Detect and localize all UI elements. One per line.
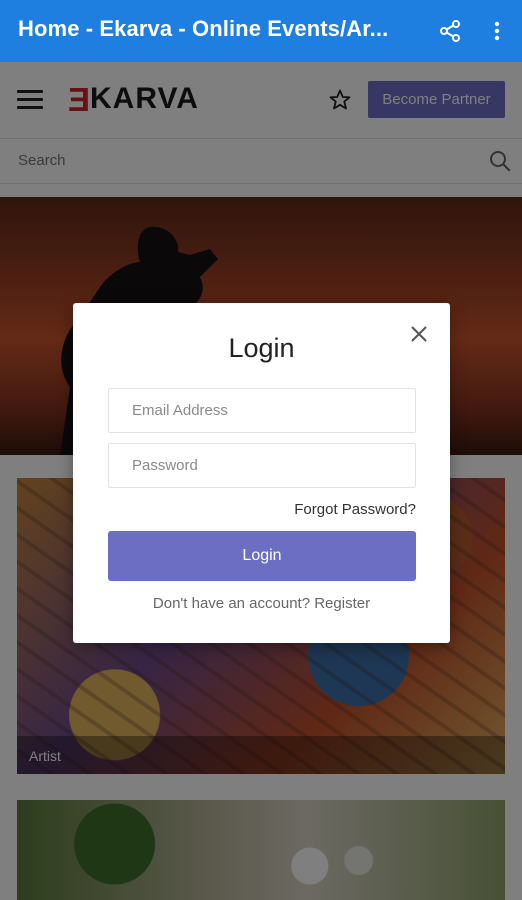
login-button[interactable]: Login — [108, 531, 416, 581]
more-vert-icon[interactable] — [483, 17, 511, 45]
register-link[interactable]: Don't have an account? Register — [73, 595, 450, 612]
share-glyph — [440, 20, 460, 42]
login-modal: Login Forgot Password? Login Don't have … — [73, 303, 450, 643]
email-field[interactable] — [108, 388, 416, 433]
app-bar: Home - Ekarva - Online Events/Ar... — [0, 0, 522, 62]
more-glyph — [494, 21, 500, 41]
share-icon[interactable] — [436, 17, 464, 45]
forgot-password-link[interactable]: Forgot Password? — [294, 501, 416, 518]
page-title: Home - Ekarva - Online Events/Ar... — [18, 16, 389, 41]
close-icon[interactable] — [409, 324, 429, 344]
password-field[interactable] — [108, 443, 416, 488]
modal-title: Login — [228, 333, 295, 363]
